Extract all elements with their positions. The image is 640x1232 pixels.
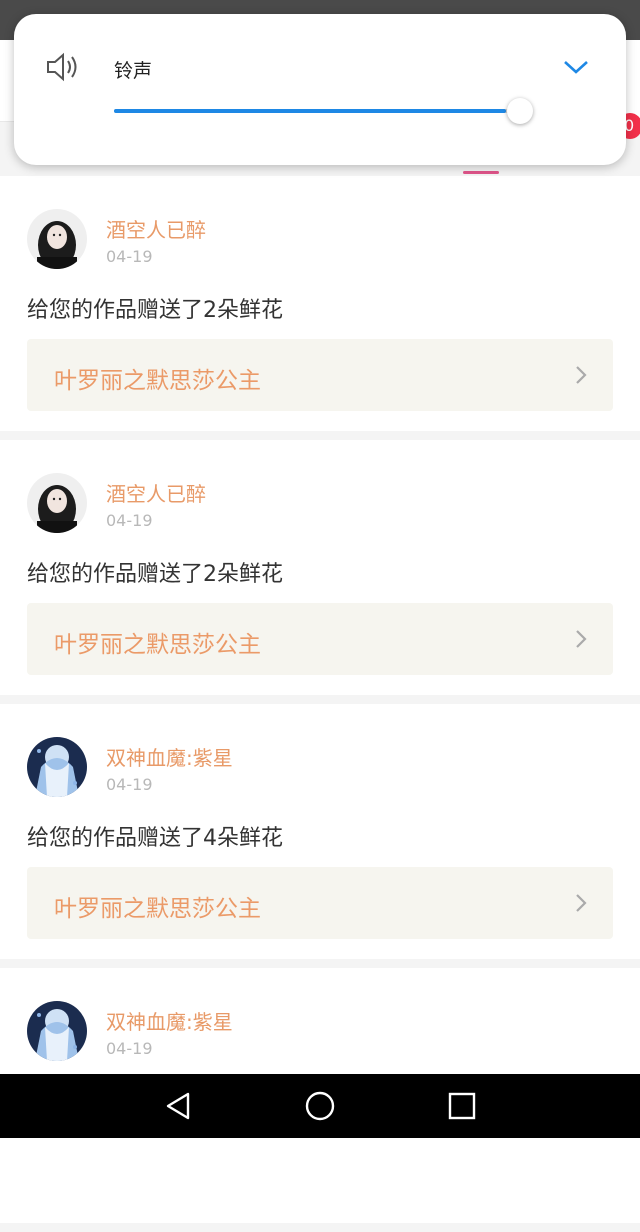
chevron-right-icon — [575, 629, 587, 653]
tab-indicator — [463, 171, 499, 174]
username[interactable]: 双神血魔:紫星 — [106, 742, 233, 771]
volume-slider[interactable] — [114, 109, 518, 113]
message-text: 给您的作品赠送了4朵鲜花 — [27, 826, 283, 851]
work-link[interactable]: 叶罗丽之默思莎公主 — [27, 603, 613, 675]
avatar[interactable] — [27, 1001, 87, 1061]
timestamp: 04-19 — [106, 511, 153, 530]
chevron-right-icon — [575, 365, 587, 389]
notification-card: 酒空人已醉 04-19 给您的作品赠送了2朵鲜花 叶罗丽之默思莎公主 — [0, 176, 640, 431]
message-text: 给您的作品赠送了2朵鲜花 — [27, 562, 283, 587]
volume-slider-fill — [114, 109, 506, 113]
work-title: 叶罗丽之默思莎公主 — [54, 896, 261, 922]
navigation-bar — [0, 1074, 640, 1138]
timestamp: 04-19 — [106, 775, 153, 794]
volume-popup: 铃声 — [14, 14, 626, 165]
speaker-icon[interactable] — [45, 52, 83, 86]
message-text: 给您的作品赠送了2朵鲜花 — [27, 298, 283, 323]
username[interactable]: 双神血魔:紫星 — [106, 1006, 233, 1035]
avatar[interactable] — [27, 209, 87, 269]
work-link[interactable]: 叶罗丽之默思莎公主 — [27, 867, 613, 939]
volume-slider-thumb[interactable] — [507, 98, 533, 124]
volume-label: 铃声 — [114, 60, 153, 82]
timestamp: 04-19 — [106, 247, 153, 266]
back-icon[interactable] — [162, 1090, 194, 1126]
timestamp: 04-19 — [106, 1039, 153, 1058]
recents-icon[interactable] — [446, 1090, 478, 1126]
avatar[interactable] — [27, 473, 87, 533]
username[interactable]: 酒空人已醉 — [106, 214, 206, 243]
home-icon[interactable] — [304, 1090, 336, 1126]
notification-card: 酒空人已醉 04-19 给您的作品赠送了2朵鲜花 叶罗丽之默思莎公主 — [0, 440, 640, 695]
chevron-down-icon[interactable] — [563, 59, 589, 79]
work-title: 叶罗丽之默思莎公主 — [54, 368, 261, 394]
avatar[interactable] — [27, 737, 87, 797]
username[interactable]: 酒空人已醉 — [106, 478, 206, 507]
work-title: 叶罗丽之默思莎公主 — [54, 632, 261, 658]
chevron-right-icon — [575, 893, 587, 917]
work-link[interactable]: 叶罗丽之默思莎公主 — [27, 339, 613, 411]
notification-card: 双神血魔:紫星 04-19 给您的作品赠送了4朵鲜花 叶罗丽之默思莎公主 — [0, 704, 640, 959]
